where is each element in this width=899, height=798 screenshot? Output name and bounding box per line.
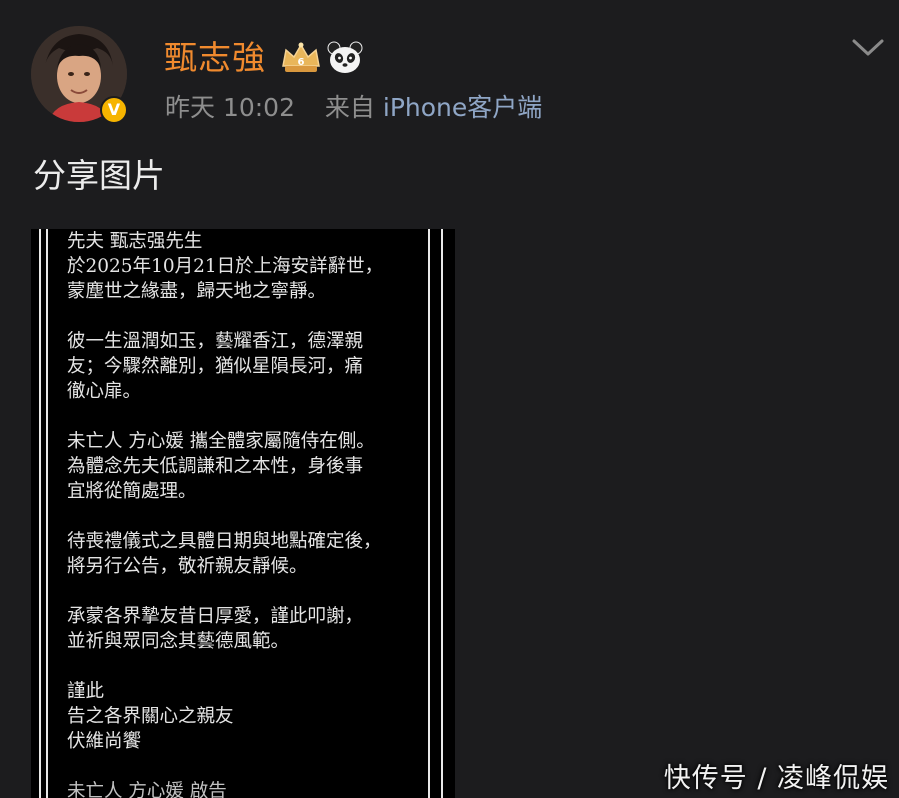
border-line-right-inner (428, 229, 430, 798)
notice-line: 將另行公告，敬祈親友靜候。 (67, 556, 308, 577)
notice-line: 宜將從簡處理。 (67, 481, 197, 502)
source-prefix: 来自 (324, 93, 375, 122)
notice-line: 並祈與眾同念其藝德風範。 (67, 631, 290, 652)
verified-badge: V (100, 96, 128, 124)
panda-badge-icon[interactable] (327, 40, 363, 76)
notice-line: 未亡人 方心媛 攜全體家屬隨侍在側。 (67, 431, 375, 452)
watermark: 快传号 / 凌峰侃娱 (663, 763, 889, 794)
post-header: V 甄志強 6 昨天 10:02 来自 iPhone客户端 (0, 0, 899, 140)
notice-paragraph: 彼一生溫潤如玉，藝耀香江，德澤親 友；今驟然離別，猶似星隕長河，痛 徹心扉。 (67, 329, 427, 404)
chevron-down-icon[interactable] (850, 34, 886, 60)
post-meta: 昨天 10:02 来自 iPhone客户端 (165, 90, 542, 126)
notice-line: 告之各界關心之親友 (67, 706, 234, 727)
notice-line: 為體念先夫低調謙和之本性，身後事 (67, 456, 364, 477)
border-line-left-outer (39, 229, 41, 798)
notice-paragraph: 承蒙各界摯友昔日厚愛，謹此叩謝， 並祈與眾同念其藝德風範。 (67, 604, 427, 654)
notice-paragraph: 未亡人 方心媛 攜全體家屬隨侍在側。 為體念先夫低調謙和之本性，身後事 宜將從簡… (67, 429, 427, 504)
notice-line: 待喪禮儀式之具體日期與地點確定後， (67, 531, 382, 552)
notice-paragraph: 先夫 甄志强先生 於2025年10月21日於上海安詳辭世， 蒙塵世之緣盡，歸天地… (67, 229, 427, 304)
notice-line: 伏維尚饗 (67, 731, 142, 752)
notice-line: 友；今驟然離別，猶似星隕長河，痛 (67, 356, 364, 377)
notice-line: 於2025年10月21日於上海安詳辭世， (67, 256, 384, 277)
notice-line: 承蒙各界摯友昔日厚愛，謹此叩謝， (67, 606, 364, 627)
notice-line: 蒙塵世之緣盡，歸天地之寧靜。 (67, 281, 327, 302)
notice-line: 彼一生溫潤如玉，藝耀香江，德澤親 (67, 331, 364, 352)
post-image[interactable]: 先夫 甄志强先生 於2025年10月21日於上海安詳辭世， 蒙塵世之緣盡，歸天地… (31, 229, 455, 798)
post-timestamp: 昨天 10:02 (165, 93, 295, 122)
notice-signature-cut: 未亡人 方心媛 啟告 (67, 781, 227, 798)
post-text: 分享图片 (33, 156, 165, 195)
notice-line: 謹此 (67, 681, 105, 702)
svg-text:6: 6 (298, 57, 305, 68)
notice-paragraph: 謹此 告之各界關心之親友 伏維尚饗 (67, 679, 427, 754)
border-line-left-inner (46, 229, 48, 798)
crown-badge-icon[interactable]: 6 (280, 40, 322, 76)
notice-line: 徹心扉。 (67, 381, 142, 402)
notice-line: 先夫 甄志强先生 (67, 231, 203, 252)
obituary-notice: 先夫 甄志强先生 於2025年10月21日於上海安詳辭世， 蒙塵世之緣盡，歸天地… (67, 229, 427, 798)
border-line-right-outer (441, 229, 443, 798)
source-name[interactable]: iPhone客户端 (383, 93, 542, 122)
username[interactable]: 甄志強 (164, 36, 266, 80)
notice-paragraph: 待喪禮儀式之具體日期與地點確定後， 將另行公告，敬祈親友靜候。 (67, 529, 427, 579)
